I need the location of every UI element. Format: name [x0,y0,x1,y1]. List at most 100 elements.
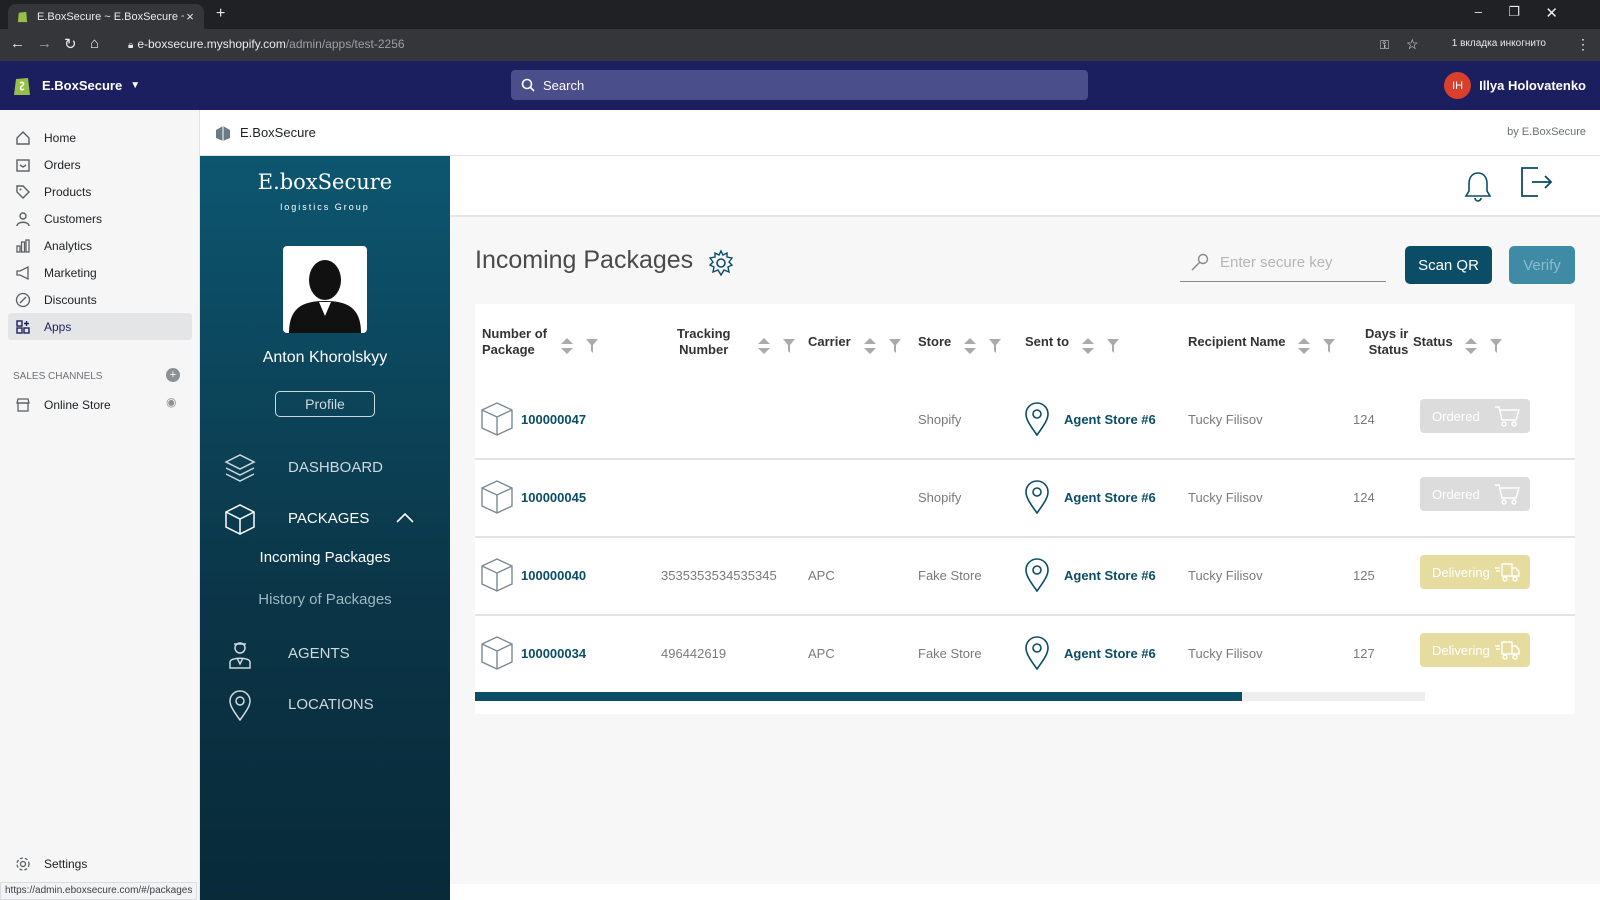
eye-icon[interactable]: ◉ [166,395,176,409]
package-number[interactable]: 100000034 [521,646,586,661]
package-number[interactable]: 100000045 [521,490,586,505]
filter-icon[interactable] [1323,339,1335,353]
forward-icon[interactable]: → [37,35,52,52]
nav-history-of-packages[interactable]: History of Packages [200,591,450,608]
page-title: Incoming Packages [475,246,694,274]
sent-to-agent[interactable]: Agent Store #6 [1064,646,1156,661]
app-header: E.BoxSecure by E.BoxSecure [200,110,1600,156]
verify-button[interactable]: Verify [1509,246,1575,284]
days-in-status: 125 [1353,568,1375,583]
store-icon [14,396,32,414]
filter-icon[interactable] [989,339,1001,353]
sort-icon[interactable] [560,337,574,355]
bell-icon[interactable] [1463,170,1493,202]
scan-qr-button[interactable]: Scan QR [1405,246,1492,284]
table-row[interactable]: 100000045 Shopify Agent Store #6 Tucky F… [475,460,1575,538]
back-icon[interactable]: ← [10,35,25,52]
column-header-status[interactable]: Status [1413,334,1453,350]
column-header-days[interactable]: Days ir Status [1365,326,1408,358]
nav-locations[interactable]: LOCATIONS [200,683,450,727]
store-selector[interactable]: E.BoxSecure ▼ [12,74,140,96]
user-menu[interactable]: IH Illya Holovatenko [1444,72,1586,99]
sidebar-item-products[interactable]: Products [8,178,192,205]
sidebar-item-online-store[interactable]: Online Store [8,391,192,418]
home-icon [14,129,32,147]
restore-icon[interactable]: ❐ [1508,4,1520,20]
chevron-up-icon [396,512,414,523]
gear-icon [14,855,32,873]
main-topbar [450,156,1600,217]
more-menu-icon[interactable]: ⋮ [1576,36,1590,53]
key-icon[interactable]: ⚿ [1380,38,1389,53]
table-row[interactable]: 100000040 3535353534535345 APC Fake Stor… [475,538,1575,616]
star-icon[interactable]: ☆ [1406,36,1419,53]
reload-icon[interactable]: ↻ [64,35,77,53]
close-window-icon[interactable]: ✕ [1545,4,1558,22]
profile-button[interactable]: Profile [275,391,375,417]
table-row[interactable]: 100000034 496442619 APC Fake Store Agent… [475,616,1575,694]
search-input[interactable]: Search [511,70,1088,100]
nav-label: AGENTS [288,645,350,662]
sort-icon[interactable] [963,337,977,355]
incognito-label[interactable]: 1 вкладка инкогнито [1452,38,1546,49]
sidebar-item-home[interactable]: Home [8,124,192,151]
sent-to-agent[interactable]: Agent Store #6 [1064,568,1156,583]
status-badge[interactable]: Ordered [1420,477,1530,511]
status-badge[interactable]: Delivering [1420,633,1530,667]
column-header-number[interactable]: Number of Package [482,326,547,358]
sort-icon[interactable] [1081,337,1095,355]
close-tab-icon[interactable]: × [184,9,196,24]
nav-dashboard[interactable]: DASHBOARD [200,446,450,490]
gear-icon[interactable] [707,249,735,277]
minimize-icon[interactable]: – [1475,4,1482,19]
secure-key-input[interactable] [1180,254,1386,271]
add-channel-icon[interactable]: + [166,368,180,382]
filter-icon[interactable] [783,339,795,353]
column-header-store[interactable]: Store [918,334,951,350]
sort-icon[interactable] [1297,337,1311,355]
days-in-status: 124 [1353,412,1375,427]
sent-to-agent[interactable]: Agent Store #6 [1064,490,1156,505]
filter-icon[interactable] [586,339,598,353]
sort-icon[interactable] [1464,337,1478,355]
scrollbar-thumb[interactable] [475,692,1242,701]
sort-icon[interactable] [863,337,877,355]
status-badge[interactable]: Delivering [1420,555,1530,589]
filter-icon[interactable] [889,339,901,353]
location-pin-icon [1025,558,1049,592]
status-label: Ordered [1432,408,1480,424]
home-browser-icon[interactable]: ⌂ [90,35,99,52]
package-number[interactable]: 100000047 [521,412,586,427]
sidebar-item-analytics[interactable]: Analytics [8,232,192,259]
logout-icon[interactable] [1518,164,1554,200]
column-header-sent-to[interactable]: Sent to [1025,334,1069,350]
sent-to-agent[interactable]: Agent Store #6 [1064,412,1156,427]
table-row[interactable]: 100000047 Shopify Agent Store #6 Tucky F… [475,382,1575,460]
package-number[interactable]: 100000040 [521,568,586,583]
megaphone-icon [14,264,32,282]
nav-label: PACKAGES [288,510,370,527]
days-in-status: 124 [1353,490,1375,505]
shopify-bag-icon [14,78,30,95]
filter-icon[interactable] [1107,339,1119,353]
filter-icon[interactable] [1490,339,1502,353]
sidebar-item-customers[interactable]: Customers [8,205,192,232]
new-tab-icon[interactable]: + [216,5,225,23]
sidebar-item-marketing[interactable]: Marketing [8,259,192,286]
url-field[interactable]: 🔒︎ e-boxsecure.myshopify.com/admin/apps/t… [128,37,405,51]
sidebar-item-apps[interactable]: Apps [8,313,192,340]
key-search-icon [1191,253,1209,271]
sidebar-item-orders[interactable]: Orders [8,151,192,178]
browser-tab[interactable]: E.BoxSecure ~ E.BoxSecure ~ Sh × [8,4,204,29]
nav-packages[interactable]: PACKAGES [200,497,450,541]
sidebar-item-discounts[interactable]: Discounts [8,286,192,313]
status-badge[interactable]: Ordered [1420,399,1530,433]
sort-icon[interactable] [757,337,771,355]
nav-agents[interactable]: AGENTS [200,632,450,676]
column-header-recipient[interactable]: Recipient Name [1188,334,1286,350]
column-header-carrier[interactable]: Carrier [808,334,851,350]
nav-incoming-packages[interactable]: Incoming Packages [200,549,450,566]
sidebar-item-settings[interactable]: Settings [8,850,192,877]
header-text: Number of [482,326,547,341]
column-header-tracking[interactable]: Tracking Number [677,326,730,358]
